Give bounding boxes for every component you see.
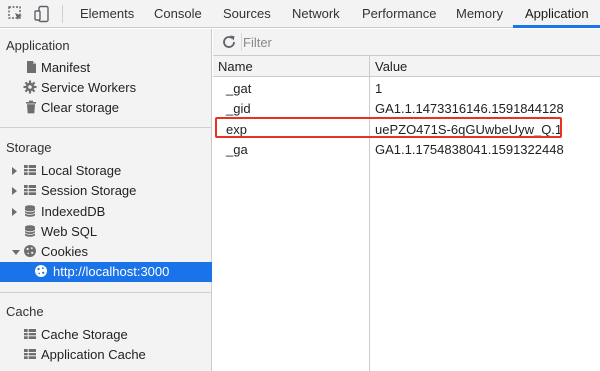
table-header: Name Value bbox=[213, 56, 600, 77]
application-sidebar: Application Manifest Service Workers Cle… bbox=[0, 29, 212, 371]
sidebar-item-label: Application Cache bbox=[41, 347, 146, 362]
cookie-name: _ga bbox=[226, 142, 248, 157]
sidebar-item-manifest[interactable]: Manifest bbox=[0, 58, 212, 78]
cookies-table: Name Value _gat 1 _gid GA1.1.1473316146.… bbox=[213, 56, 600, 371]
section-title-application: Application bbox=[6, 38, 70, 53]
tab-network[interactable]: Network bbox=[292, 0, 340, 28]
table-row[interactable]: _ga GA1.1.1754838041.1591322448 bbox=[213, 139, 600, 159]
tab-console[interactable]: Console bbox=[154, 0, 202, 28]
sidebar-item-service-workers[interactable]: Service Workers bbox=[0, 78, 212, 98]
toolbar-separator bbox=[62, 5, 63, 23]
sidebar-item-label: Manifest bbox=[41, 60, 91, 75]
sidebar-item-clear-storage[interactable]: Clear storage bbox=[0, 98, 212, 118]
column-header-value[interactable]: Value bbox=[375, 59, 407, 74]
grid-icon bbox=[24, 165, 36, 175]
trash-icon bbox=[26, 100, 36, 114]
filter-input[interactable] bbox=[243, 32, 583, 52]
document-icon bbox=[27, 61, 36, 73]
sidebar-item-application-cache[interactable]: Application Cache bbox=[0, 345, 212, 365]
gear-icon bbox=[23, 80, 37, 94]
sidebar-item-label: Cookies bbox=[41, 244, 88, 259]
tab-performance[interactable]: Performance bbox=[362, 0, 436, 28]
sidebar-item-cookies[interactable]: Cookies bbox=[0, 242, 212, 262]
filter-separator bbox=[241, 33, 242, 51]
cookie-value: GA1.1.1754838041.1591322448 bbox=[375, 142, 564, 157]
tab-sources[interactable]: Sources bbox=[223, 0, 271, 28]
sidebar-item-session-storage[interactable]: Session Storage bbox=[0, 181, 212, 201]
tab-elements[interactable]: Elements bbox=[80, 0, 134, 28]
inspect-element-icon[interactable] bbox=[7, 5, 25, 23]
cookie-name: _gat bbox=[226, 81, 252, 96]
sidebar-item-web-sql[interactable]: Web SQL bbox=[0, 222, 212, 242]
section-title-storage: Storage bbox=[6, 140, 52, 155]
table-row[interactable]: _gid GA1.1.1473316146.1591844128 bbox=[213, 98, 600, 118]
device-toolbar-icon[interactable] bbox=[33, 5, 51, 23]
cookies-filter-bar bbox=[213, 29, 600, 56]
sidebar-item-label: http://localhost:3000 bbox=[53, 264, 170, 279]
sidebar-item-cookie-origin[interactable]: http://localhost:3000 bbox=[0, 262, 212, 282]
sidebar-item-label: Session Storage bbox=[41, 183, 137, 198]
active-tab-indicator bbox=[513, 25, 600, 28]
grid-icon bbox=[24, 349, 36, 359]
sidebar-item-label: Service Workers bbox=[41, 80, 137, 95]
collapse-arrow-icon[interactable] bbox=[12, 250, 20, 255]
sidebar-item-label: Local Storage bbox=[41, 163, 122, 178]
grid-icon bbox=[24, 329, 36, 339]
grid-icon bbox=[24, 185, 36, 195]
section-divider bbox=[0, 292, 212, 293]
sidebar-item-local-storage[interactable]: Local Storage bbox=[0, 161, 212, 181]
expand-arrow-icon[interactable] bbox=[12, 208, 17, 216]
section-title-cache: Cache bbox=[6, 304, 44, 319]
database-icon bbox=[24, 225, 36, 237]
tab-memory[interactable]: Memory bbox=[456, 0, 503, 28]
sidebar-item-cache-storage[interactable]: Cache Storage bbox=[0, 325, 212, 345]
cookie-icon bbox=[24, 245, 36, 257]
tab-application[interactable]: Application bbox=[525, 0, 589, 28]
sidebar-item-label: Web SQL bbox=[41, 224, 98, 239]
cookie-name: _gid bbox=[226, 101, 251, 116]
sidebar-item-indexeddb[interactable]: IndexedDB bbox=[0, 202, 212, 222]
cookie-value: 1 bbox=[375, 81, 383, 96]
expand-arrow-icon[interactable] bbox=[12, 167, 17, 175]
devtools-tabbar: Elements Console Sources Network Perform… bbox=[0, 0, 600, 28]
table-row[interactable]: _gat 1 bbox=[213, 78, 600, 98]
database-icon bbox=[24, 205, 36, 217]
highlight-annotation bbox=[215, 117, 562, 138]
refresh-icon[interactable] bbox=[221, 34, 237, 50]
sidebar-item-label: IndexedDB bbox=[41, 204, 106, 219]
sidebar-item-label: Clear storage bbox=[41, 100, 120, 115]
column-header-name[interactable]: Name bbox=[218, 59, 253, 74]
sidebar-item-label: Cache Storage bbox=[41, 327, 128, 342]
cookie-icon bbox=[35, 265, 47, 277]
cookie-value: GA1.1.1473316146.1591844128 bbox=[375, 101, 564, 116]
expand-arrow-icon[interactable] bbox=[12, 187, 17, 195]
section-divider bbox=[0, 127, 212, 128]
